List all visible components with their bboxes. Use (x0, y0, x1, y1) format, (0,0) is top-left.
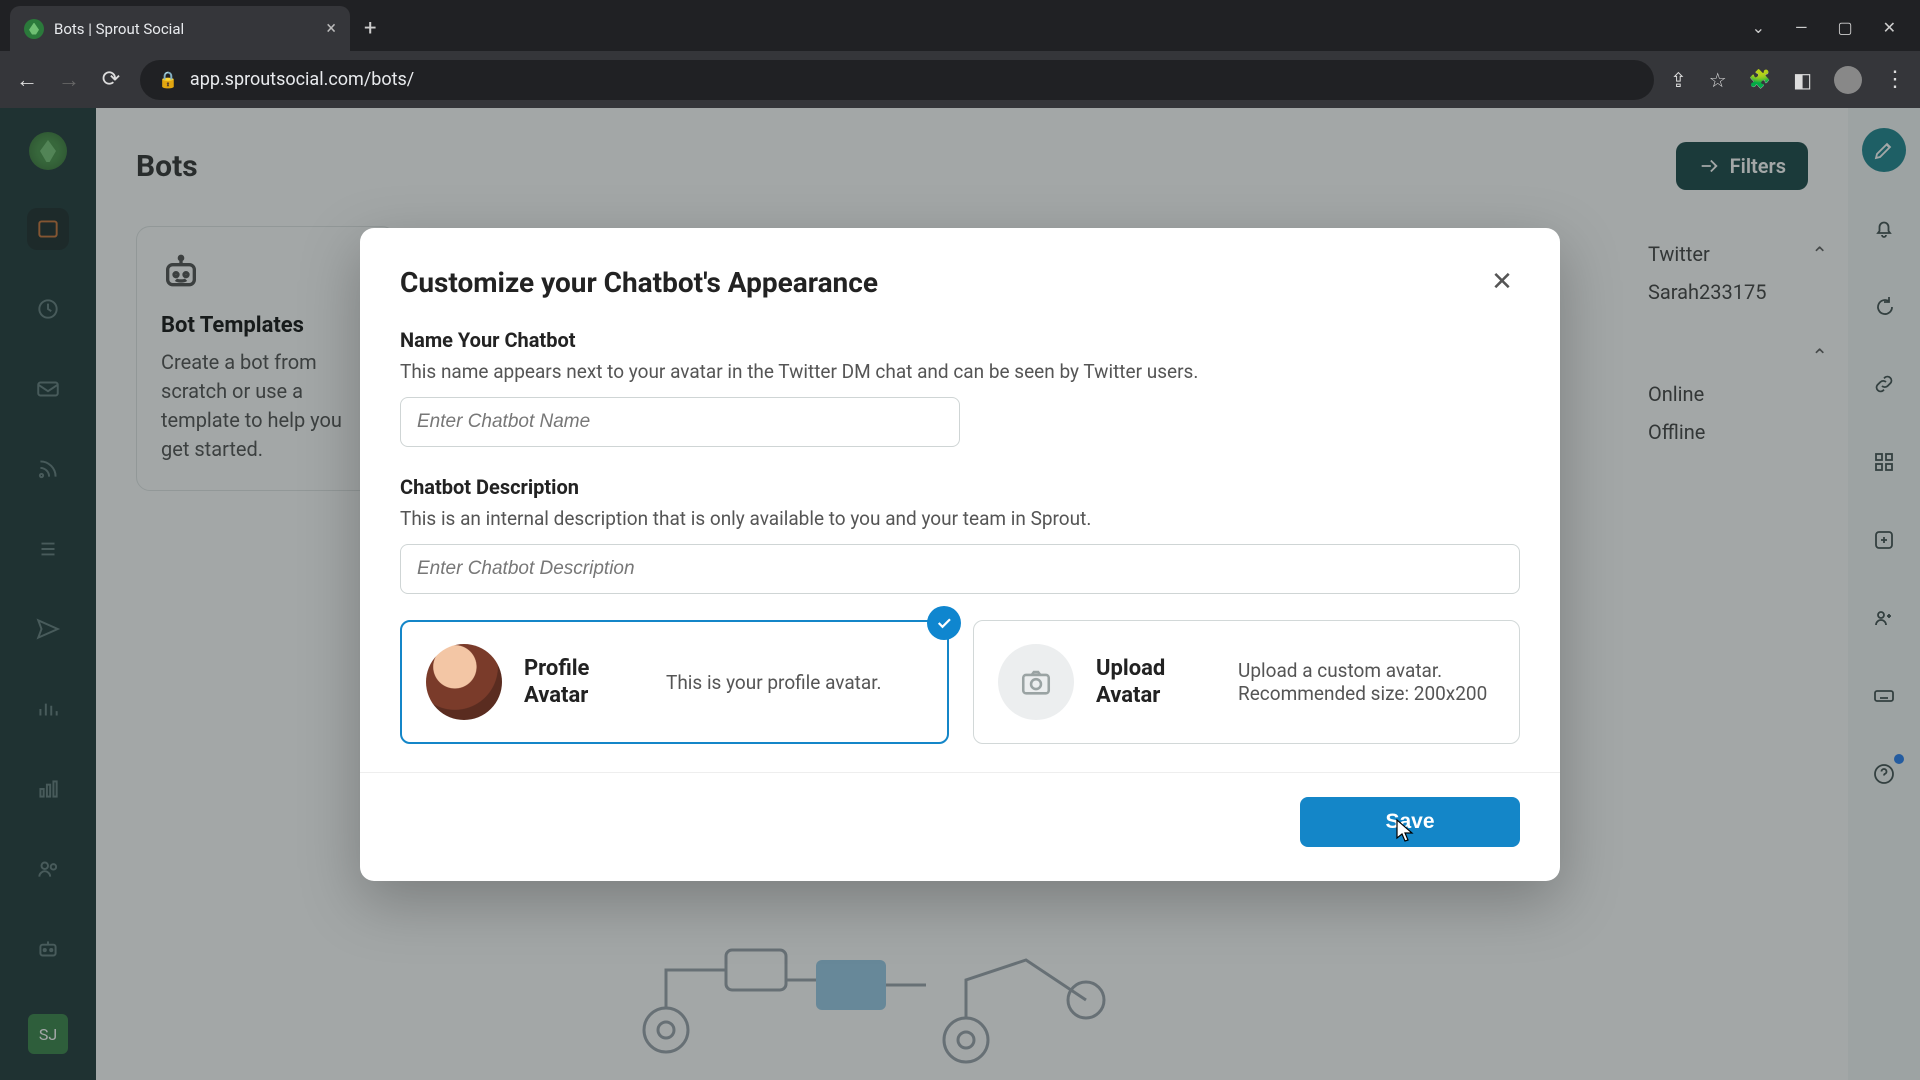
new-tab-button[interactable]: + (364, 16, 376, 41)
profile-avatar-image (426, 644, 502, 720)
address-bar[interactable]: 🔒 app.sproutsocial.com/bots/ (140, 60, 1654, 100)
browser-tabstrip: Bots | Sprout Social × + ⌄ — ▢ ✕ (0, 0, 1920, 51)
tab-title: Bots | Sprout Social (54, 20, 316, 38)
tab-close-icon[interactable]: × (326, 18, 336, 39)
chrome-menu-icon[interactable]: ⋮ (1884, 67, 1906, 92)
window-close-icon[interactable]: ✕ (1883, 18, 1896, 37)
lock-icon: 🔒 (158, 70, 178, 89)
bookmark-star-icon[interactable]: ☆ (1709, 68, 1727, 92)
app-root: SJ Bots Filters Bot Templates Create a b… (0, 108, 1920, 1080)
nav-forward-icon: → (56, 67, 82, 93)
name-section-desc: This name appears next to your avatar in… (400, 360, 1520, 383)
desc-section-desc: This is an internal description that is … (400, 507, 1520, 530)
avatar-upload-title: Upload Avatar (1096, 655, 1216, 710)
url-text: app.sproutsocial.com/bots/ (190, 69, 414, 90)
avatar-profile-title: Profile Avatar (524, 655, 644, 710)
browser-toolbar: ← → ⟳ 🔒 app.sproutsocial.com/bots/ ⇪ ☆ 🧩… (0, 51, 1920, 108)
browser-tab[interactable]: Bots | Sprout Social × (10, 6, 350, 51)
modal-close-button[interactable]: ✕ (1484, 264, 1520, 300)
window-history-icon[interactable]: ⌄ (1752, 18, 1765, 37)
share-icon[interactable]: ⇪ (1670, 68, 1687, 92)
avatar-option-upload[interactable]: Upload Avatar Upload a custom avatar. Re… (973, 620, 1520, 744)
avatar-option-profile[interactable]: Profile Avatar This is your profile avat… (400, 620, 949, 744)
nav-reload-icon[interactable]: ⟳ (98, 67, 124, 92)
side-panel-icon[interactable]: ◧ (1793, 68, 1812, 92)
desc-section-label: Chatbot Description (400, 475, 1520, 499)
profile-avatar-icon[interactable] (1834, 66, 1862, 94)
customize-chatbot-modal: Customize your Chatbot's Appearance ✕ Na… (360, 228, 1560, 881)
save-button[interactable]: Save (1300, 797, 1520, 847)
name-section-label: Name Your Chatbot (400, 328, 1520, 352)
avatar-upload-desc: Upload a custom avatar. Recommended size… (1238, 659, 1495, 705)
window-minimize-icon[interactable]: — (1795, 18, 1808, 37)
window-controls: ⌄ — ▢ ✕ (1752, 18, 1920, 51)
sprout-favicon-icon (24, 19, 44, 39)
camera-icon (998, 644, 1074, 720)
chatbot-description-input[interactable] (400, 544, 1520, 594)
selected-check-icon (927, 606, 961, 640)
chatbot-name-input[interactable] (400, 397, 960, 447)
modal-title: Customize your Chatbot's Appearance (400, 266, 878, 299)
avatar-profile-desc: This is your profile avatar. (666, 671, 923, 694)
extensions-icon[interactable]: 🧩 (1749, 69, 1771, 90)
window-maximize-icon[interactable]: ▢ (1837, 18, 1852, 37)
modal-overlay: Customize your Chatbot's Appearance ✕ Na… (0, 108, 1920, 1080)
nav-back-icon[interactable]: ← (14, 67, 40, 93)
